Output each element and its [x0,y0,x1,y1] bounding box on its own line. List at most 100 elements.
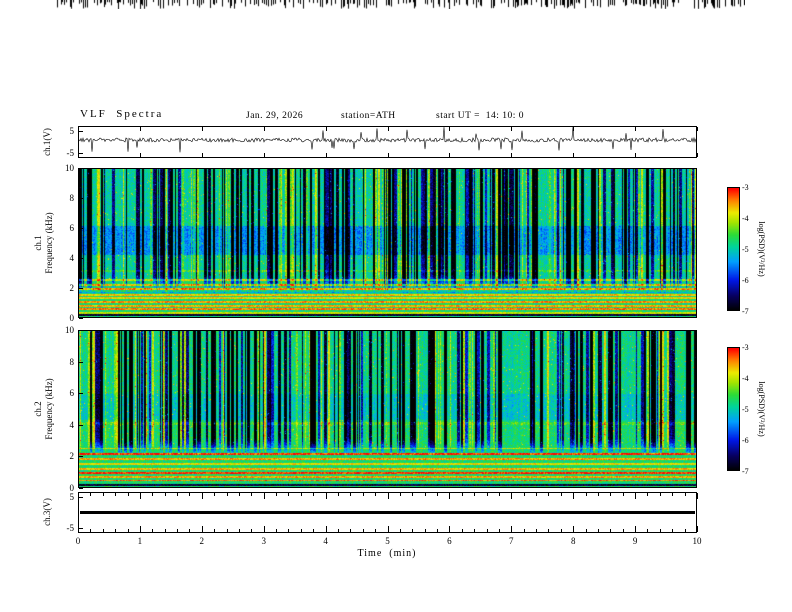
tick-mark [79,198,83,199]
tick-mark [227,529,228,532]
colorbar-tick-label: -7 [742,467,749,476]
tick-mark [598,493,599,496]
colorbar-ch2 [727,347,740,471]
tick-mark [79,456,83,457]
y-tick-label: -5 [66,523,75,533]
tick-mark [140,526,141,532]
colorbar-tick-label: -3 [742,343,749,352]
tick-mark [511,493,512,499]
tick-mark [165,493,166,496]
tick-mark [350,529,351,532]
y-tick-label: 10 [65,163,74,173]
tick-mark [202,526,203,532]
tick-mark [511,153,512,157]
tick-mark [672,529,673,532]
tick-mark [288,493,289,496]
tick-mark [400,493,401,496]
tick-mark [449,493,450,499]
tick-mark [79,258,83,259]
tick-mark [326,493,327,499]
tick-mark [313,529,314,532]
tick-mark [79,362,83,363]
tick-mark [437,493,438,496]
x-tick-label: 8 [570,536,576,546]
tick-mark [177,493,178,496]
tick-mark [449,153,450,157]
tick-mark [79,168,83,169]
tick-mark [363,493,364,496]
tick-mark [623,493,624,496]
x-tick-label: 1 [137,536,143,546]
tick-mark [536,493,537,496]
tick-mark [487,529,488,532]
tick-mark [388,127,389,131]
ch3-flat-trace [80,511,695,514]
tick-mark [635,127,636,131]
tick-mark [251,493,252,496]
tick-mark [79,330,83,331]
tick-mark [79,488,83,489]
tick-mark [152,493,153,496]
tick-mark [326,127,327,131]
tick-mark [103,493,104,496]
tick-mark [647,493,648,496]
tick-mark [79,528,83,529]
ch1-axis-channel: ch.1 [33,235,43,251]
tick-mark [177,529,178,532]
y-tick-label: 4 [69,419,75,430]
colorbar-tick-label: -4 [742,374,749,383]
tick-mark [660,493,661,496]
tick-mark [499,529,500,532]
colorbar-tick-label: -4 [742,214,749,223]
tick-mark [313,493,314,496]
tick-mark [202,153,203,157]
tick-mark [449,526,450,532]
ch2-axis-channel: ch.2 [33,401,43,417]
x-tick-label: 10 [692,536,702,546]
tick-mark [140,127,141,131]
y-tick-label: 5 [69,126,75,136]
tick-mark [276,529,277,532]
tick-mark [462,493,463,496]
tick-mark [610,493,611,496]
tick-mark [202,127,203,131]
tick-mark [474,529,475,532]
tick-mark [623,529,624,532]
vlf-spectra-figure: VLF Spectra Jan. 29, 2026 station=ATH st… [0,0,792,612]
tick-mark [79,131,83,132]
tick-mark [288,529,289,532]
y-tick-label: 5 [69,492,75,502]
tick-mark [561,493,562,496]
tick-mark [388,526,389,532]
plot-start-ut: start UT = 14: 10: 0 [436,111,524,121]
ch2-spectrogram-panel [78,330,697,488]
tick-mark [115,529,116,532]
tick-mark [227,493,228,496]
tick-mark [388,153,389,157]
x-tick-label: 6 [447,536,452,546]
plot-station: station=ATH [341,111,396,121]
tick-mark [573,493,574,499]
tick-mark [561,529,562,532]
tick-mark [511,526,512,532]
tick-mark [586,493,587,496]
tick-mark [548,529,549,532]
tick-mark [189,493,190,496]
tick-mark [214,529,215,532]
tick-mark [437,529,438,532]
tick-mark [425,529,426,532]
tick-mark [697,526,698,532]
x-tick-label: 9 [632,536,638,546]
tick-mark [115,493,116,496]
tick-mark [350,493,351,496]
tick-mark [103,529,104,532]
y-tick-label: 10 [65,325,74,335]
tick-mark [524,529,525,532]
tick-mark [239,529,240,532]
ch2-spectrogram-image [79,331,696,487]
tick-mark [140,493,141,499]
tick-mark [573,526,574,532]
tick-mark [276,493,277,496]
colorbar-tick-label: -6 [742,276,749,285]
tick-mark [264,493,265,499]
